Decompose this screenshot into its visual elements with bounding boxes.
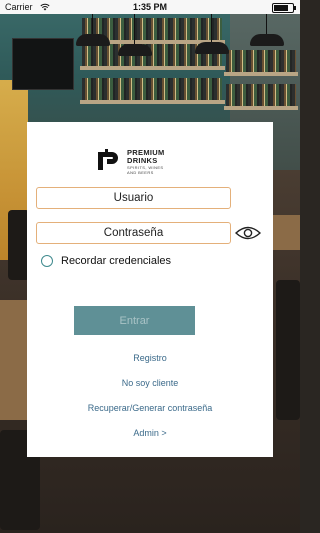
clock: 1:35 PM: [132, 2, 167, 12]
shelf: [224, 72, 298, 76]
chair: [276, 280, 300, 420]
login-button[interactable]: Entrar: [74, 306, 195, 335]
recover-password-link[interactable]: Recuperar/Generar contraseña: [27, 403, 273, 413]
remember-credentials-option[interactable]: Recordar credenciales: [41, 253, 171, 269]
register-link[interactable]: Registro: [27, 353, 273, 363]
shelf: [80, 66, 225, 70]
admin-link[interactable]: Admin >: [27, 428, 273, 438]
bottle-row: [226, 50, 296, 72]
password-input[interactable]: [36, 222, 231, 244]
battery-icon: [272, 3, 296, 13]
brand-logo: PREMIUM DRINKS SPIRITS, WINES AND BEERS: [97, 148, 197, 175]
shelf: [80, 100, 225, 104]
remember-radio[interactable]: [41, 255, 53, 267]
tv-screen: [12, 38, 74, 90]
premium-drinks-logo-icon: [98, 149, 118, 170]
pendant-lamp: [195, 12, 229, 54]
logo-subtitle-line2: AND BEERS: [127, 170, 154, 175]
bottle-row: [82, 78, 222, 100]
eye-icon[interactable]: [235, 225, 261, 241]
pendant-lamp: [118, 14, 152, 56]
battery-level: [274, 5, 289, 11]
remember-label: Recordar credenciales: [61, 255, 172, 267]
pendant-lamp: [76, 4, 110, 46]
not-client-link[interactable]: No soy cliente: [27, 378, 273, 388]
bottle-row: [226, 84, 296, 106]
logo-subtitle: SPIRITS, WINES AND BEERS: [127, 165, 164, 175]
pendant-lamp: [250, 4, 284, 46]
shelf: [224, 106, 298, 110]
table: [272, 215, 300, 250]
table: [0, 300, 30, 420]
logo-title-line2: DRINKS: [127, 156, 158, 165]
login-card: PREMIUM DRINKS SPIRITS, WINES AND BEERS …: [27, 122, 273, 457]
status-bar: Carrier 1:35 PM: [0, 0, 300, 14]
username-input[interactable]: [36, 187, 231, 209]
logo-title: PREMIUM DRINKS: [127, 149, 165, 165]
